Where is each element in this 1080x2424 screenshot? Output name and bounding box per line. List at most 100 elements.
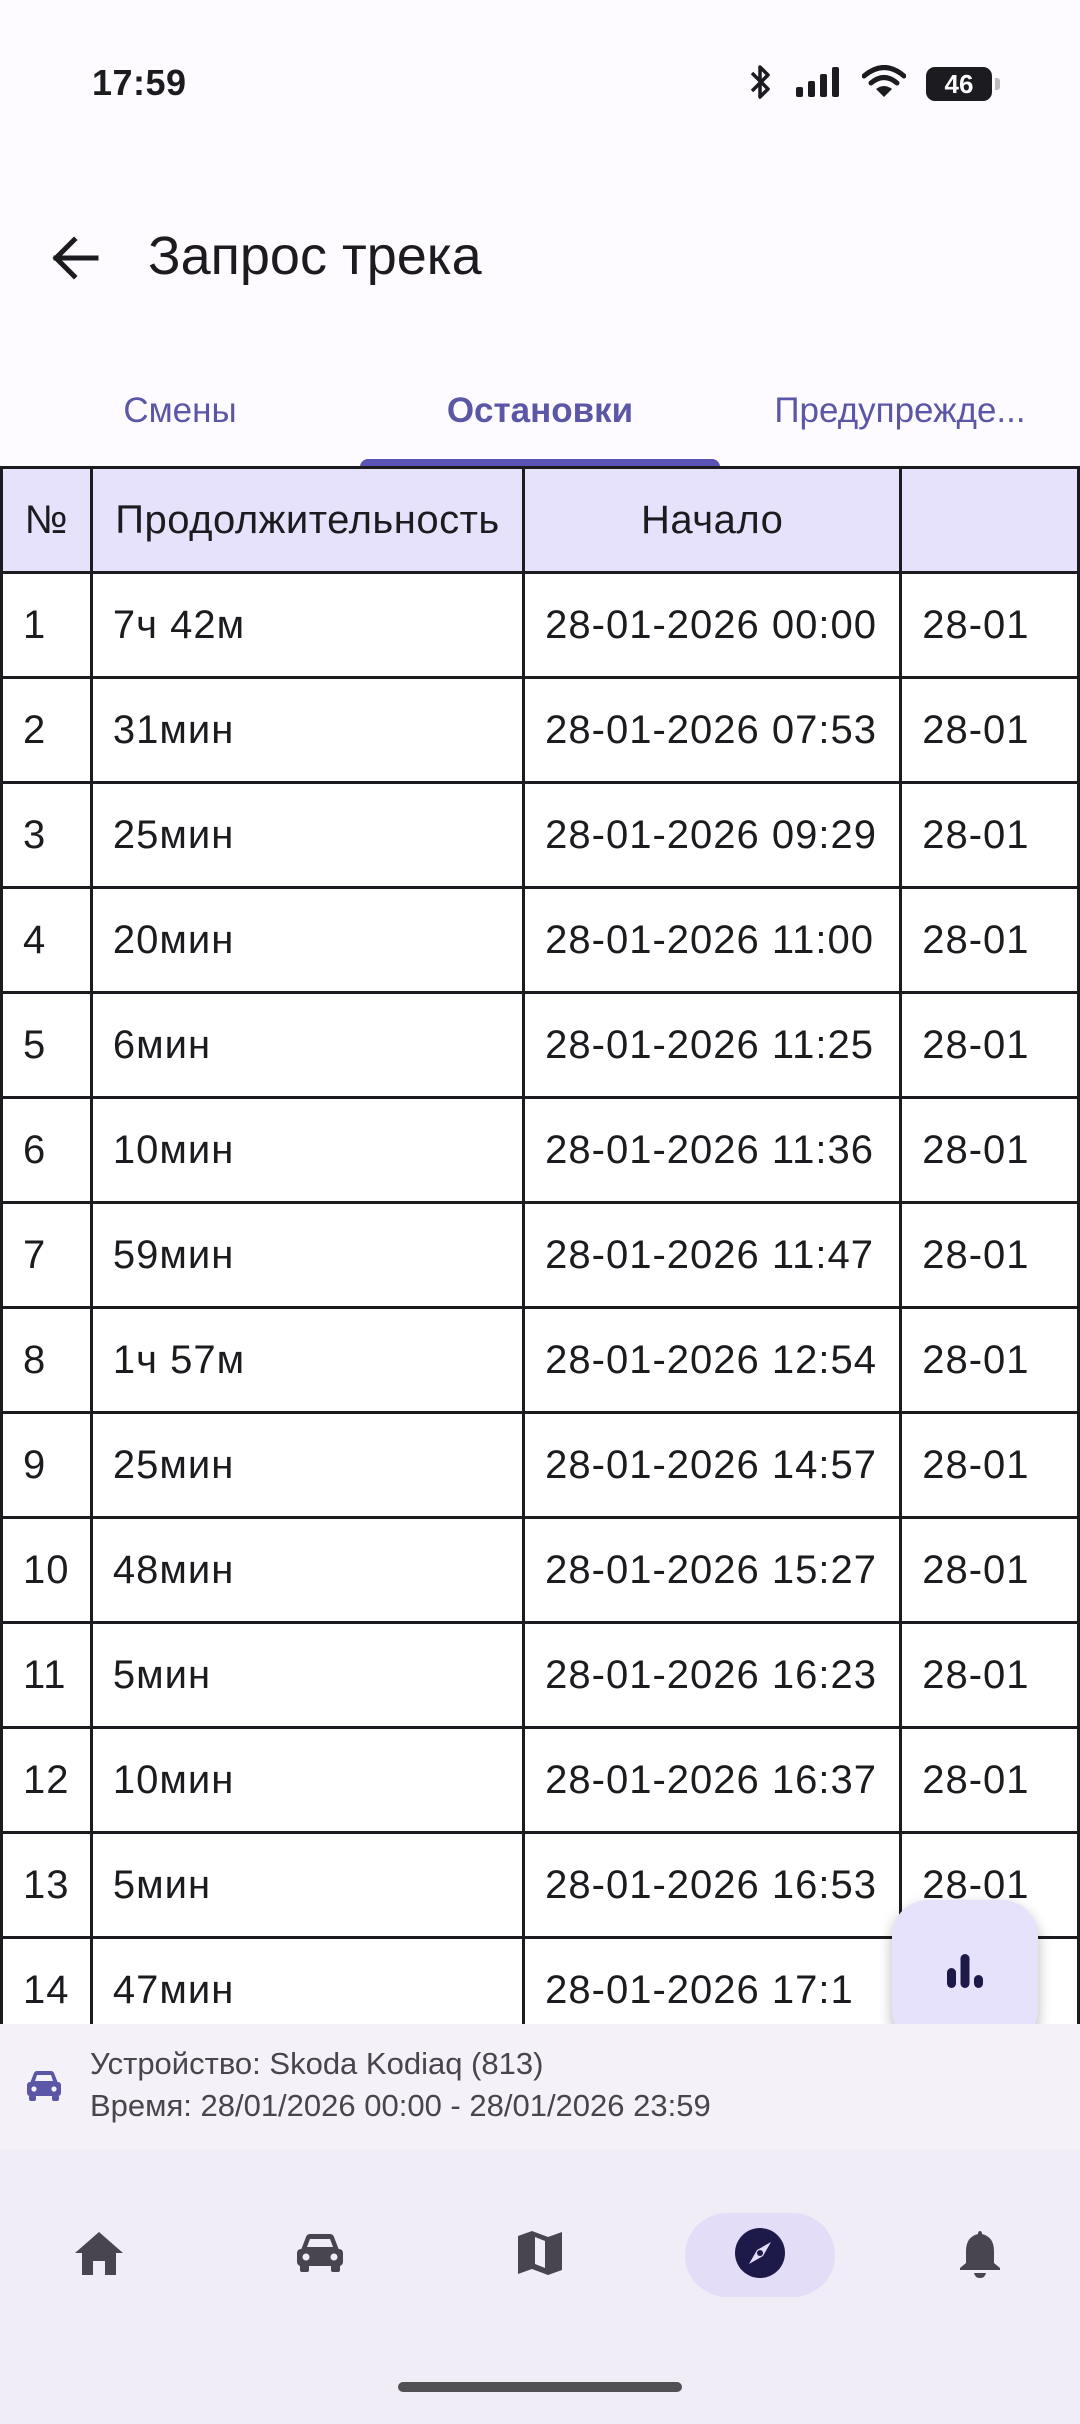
table-row[interactable]: 12 10мин 28-01-2026 16:37 28-01 bbox=[0, 1726, 1080, 1834]
cell-start: 28-01-2026 11:36 bbox=[522, 1096, 903, 1204]
cell-end: 28-01 bbox=[899, 1306, 1080, 1414]
cell-duration: 1ч 57м bbox=[89, 1306, 526, 1414]
tab-label: Предупрежде... bbox=[774, 391, 1026, 430]
cell-end: 28-01 bbox=[899, 991, 1080, 1099]
nav-notifications[interactable] bbox=[905, 2213, 1055, 2297]
table-row[interactable]: 2 31мин 28-01-2026 07:53 28-01 bbox=[0, 676, 1080, 784]
cell-end: 28-01 bbox=[899, 1201, 1080, 1309]
cell-start: 28-01-2026 17:1 bbox=[522, 1936, 903, 2024]
cell-start: 28-01-2026 11:47 bbox=[522, 1201, 903, 1309]
cell-duration: 48мин bbox=[89, 1516, 526, 1624]
map-icon bbox=[514, 2228, 566, 2283]
nav-home[interactable] bbox=[24, 2213, 174, 2297]
cell-number: 14 bbox=[0, 1936, 93, 2024]
nav-vehicles[interactable] bbox=[245, 2213, 395, 2297]
status-icons: 46 bbox=[748, 63, 1000, 106]
cell-number: 11 bbox=[0, 1621, 93, 1729]
cell-start: 28-01-2026 12:54 bbox=[522, 1306, 903, 1414]
cell-number: 8 bbox=[0, 1306, 93, 1414]
table-row[interactable]: 11 5мин 28-01-2026 16:23 28-01 bbox=[0, 1621, 1080, 1729]
status-bar: 17:59 46 bbox=[0, 0, 1080, 175]
cell-end: 28-01 bbox=[899, 886, 1080, 994]
back-button[interactable] bbox=[30, 215, 120, 305]
table-row[interactable]: 8 1ч 57м 28-01-2026 12:54 28-01 bbox=[0, 1306, 1080, 1414]
cell-duration: 20мин bbox=[89, 886, 526, 994]
table-row[interactable]: 1 7ч 42м 28-01-2026 00:00 28-01 bbox=[0, 571, 1080, 679]
battery-level: 46 bbox=[944, 68, 974, 99]
cell-duration: 10мин bbox=[89, 1726, 526, 1834]
tab-bar: Смены Остановки Предупрежде... bbox=[0, 355, 1080, 467]
table-row[interactable]: 10 48мин 28-01-2026 15:27 28-01 bbox=[0, 1516, 1080, 1624]
cell-duration: 25мин bbox=[89, 781, 526, 889]
cell-duration: 5мин bbox=[89, 1831, 526, 1939]
home-icon bbox=[73, 2229, 125, 2282]
signal-icon bbox=[794, 65, 842, 104]
cell-number: 5 bbox=[0, 991, 93, 1099]
cell-duration: 6мин bbox=[89, 991, 526, 1099]
nav-map[interactable] bbox=[465, 2213, 615, 2297]
home-gesture-bar[interactable] bbox=[398, 2382, 682, 2392]
table-header-row: № Продолжительность Начало bbox=[0, 466, 1080, 574]
nav-track[interactable] bbox=[685, 2213, 835, 2297]
cell-number: 9 bbox=[0, 1411, 93, 1519]
stops-table-container[interactable]: № Продолжительность Начало 1 7ч 42м 28-01-… bbox=[0, 466, 1080, 2024]
table-row[interactable]: 9 25мин 28-01-2026 14:57 28-01 bbox=[0, 1411, 1080, 1519]
cell-start: 28-01-2026 00:00 bbox=[522, 571, 903, 679]
cell-end: 28-01 bbox=[899, 1516, 1080, 1624]
stops-table: № Продолжительность Начало 1 7ч 42м 28-01-… bbox=[0, 466, 1080, 2024]
tab-stops[interactable]: Остановки bbox=[360, 355, 720, 467]
car-icon bbox=[24, 2066, 64, 2106]
battery-icon: 46 bbox=[926, 67, 1000, 101]
cell-number: 6 bbox=[0, 1096, 93, 1204]
cell-start: 28-01-2026 14:57 bbox=[522, 1411, 903, 1519]
cell-end: 28-01 bbox=[899, 571, 1080, 679]
table-row[interactable]: 7 59мин 28-01-2026 11:47 28-01 bbox=[0, 1201, 1080, 1309]
cell-number: 3 bbox=[0, 781, 93, 889]
cell-end: 28-01 bbox=[899, 676, 1080, 784]
bell-icon bbox=[956, 2227, 1004, 2284]
cell-duration: 10мин bbox=[89, 1096, 526, 1204]
device-name: Устройство: Skoda Kodiaq (813) bbox=[90, 2046, 544, 2081]
device-info-bar: Устройство: Skoda Kodiaq (813) Время: 28… bbox=[0, 2024, 1080, 2149]
tab-label: Смены bbox=[123, 391, 237, 430]
cell-duration: 31мин bbox=[89, 676, 526, 784]
cell-start: 28-01-2026 16:23 bbox=[522, 1621, 903, 1729]
bottom-navigation bbox=[0, 2149, 1080, 2424]
cell-duration: 7ч 42м bbox=[89, 571, 526, 679]
tab-shifts[interactable]: Смены bbox=[0, 355, 360, 467]
wifi-icon bbox=[861, 64, 907, 104]
bar-chart-icon bbox=[942, 1948, 988, 1999]
column-header-number: № bbox=[0, 466, 93, 574]
cell-end: 28-01 bbox=[899, 1096, 1080, 1204]
cell-duration: 47мин bbox=[89, 1936, 526, 2024]
cell-end: 28-01 bbox=[899, 1411, 1080, 1519]
table-row[interactable]: 4 20мин 28-01-2026 11:00 28-01 bbox=[0, 886, 1080, 994]
cell-end: 28-01 bbox=[899, 1621, 1080, 1729]
tab-label: Остановки bbox=[446, 391, 634, 430]
column-header-duration: Продолжительность bbox=[89, 466, 526, 574]
cell-start: 28-01-2026 11:00 bbox=[522, 886, 903, 994]
compass-icon bbox=[733, 2226, 787, 2285]
cell-number: 10 bbox=[0, 1516, 93, 1624]
cell-duration: 59мин bbox=[89, 1201, 526, 1309]
page-title: Запрос трека bbox=[148, 226, 482, 286]
cell-start: 28-01-2026 11:25 bbox=[522, 991, 903, 1099]
cell-number: 7 bbox=[0, 1201, 93, 1309]
cell-duration: 25мин bbox=[89, 1411, 526, 1519]
table-row[interactable]: 3 25мин 28-01-2026 09:29 28-01 bbox=[0, 781, 1080, 889]
cell-start: 28-01-2026 16:37 bbox=[522, 1726, 903, 1834]
cell-end: 28-01 bbox=[899, 781, 1080, 889]
column-header-start: Начало bbox=[522, 466, 903, 574]
table-row[interactable]: 5 6мин 28-01-2026 11:25 28-01 bbox=[0, 991, 1080, 1099]
cell-start: 28-01-2026 15:27 bbox=[522, 1516, 903, 1624]
column-header-end bbox=[899, 466, 1080, 574]
cell-number: 4 bbox=[0, 886, 93, 994]
cell-number: 2 bbox=[0, 676, 93, 784]
cell-number: 12 bbox=[0, 1726, 93, 1834]
bluetooth-icon bbox=[748, 63, 774, 106]
arrow-left-icon bbox=[50, 235, 100, 285]
top-app-bar: Запрос трека bbox=[0, 175, 1080, 340]
tab-warnings[interactable]: Предупрежде... bbox=[720, 355, 1080, 467]
table-row[interactable]: 6 10мин 28-01-2026 11:36 28-01 bbox=[0, 1096, 1080, 1204]
cell-start: 28-01-2026 07:53 bbox=[522, 676, 903, 784]
